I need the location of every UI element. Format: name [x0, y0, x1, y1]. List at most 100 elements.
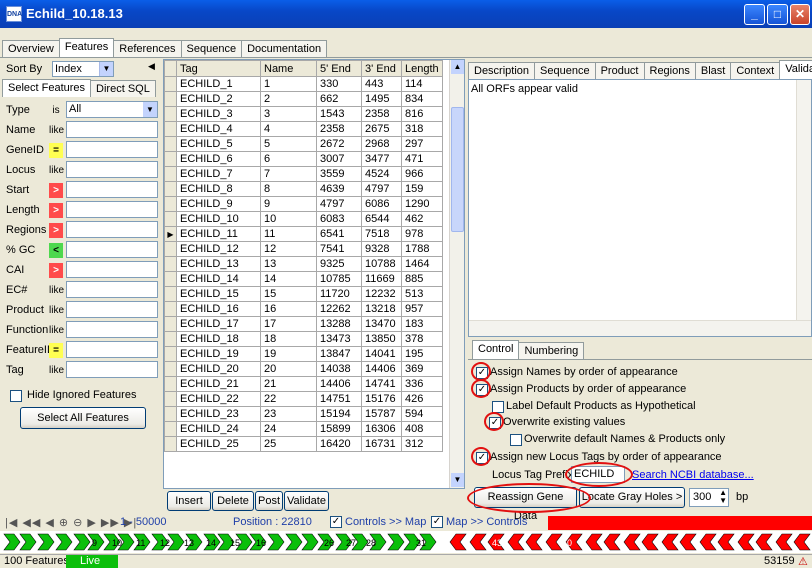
cell-3-end[interactable]: 11669	[361, 271, 402, 287]
cell-3-end[interactable]: 7518	[361, 226, 402, 242]
cell-3-end[interactable]: 4524	[361, 166, 402, 182]
maximize-button[interactable]: □	[767, 4, 788, 25]
validation-scrollbar[interactable]	[796, 80, 811, 320]
delete-button[interactable]: Delete	[212, 491, 254, 511]
row-selector[interactable]	[164, 346, 177, 362]
row-selector[interactable]	[164, 271, 177, 287]
filter-operator[interactable]: >	[49, 203, 63, 218]
cell-tag[interactable]: ECHILD_6	[176, 151, 261, 167]
table-row[interactable]: ECHILD_3 3 1543 2358 816	[164, 106, 443, 122]
cell-3-end[interactable]: 15176	[361, 391, 402, 407]
row-selector[interactable]	[164, 166, 177, 182]
cell-length[interactable]: 297	[401, 136, 443, 152]
cell-name[interactable]: 22	[260, 391, 317, 407]
tab-sequence[interactable]: Sequence	[180, 40, 243, 57]
cell-tag[interactable]: ECHILD_2	[176, 91, 261, 107]
cell-3-end[interactable]: 4797	[361, 181, 402, 197]
tab-description[interactable]: Description	[468, 62, 536, 79]
cell-5-end[interactable]: 2358	[316, 121, 362, 137]
cell-5-end[interactable]: 9325	[316, 256, 362, 272]
col-3-end[interactable]: 3' End	[361, 60, 402, 77]
cell-name[interactable]: 16	[260, 301, 317, 317]
row-selector[interactable]	[164, 256, 177, 272]
current-row-icon[interactable]: ▶	[164, 226, 177, 242]
col-tag[interactable]: Tag	[176, 60, 261, 77]
cell-length[interactable]: 462	[401, 211, 443, 227]
cell-name[interactable]: 4	[260, 121, 317, 137]
cell-tag[interactable]: ECHILD_18	[176, 331, 261, 347]
cell-length[interactable]: 885	[401, 271, 443, 287]
cell-5-end[interactable]: 14406	[316, 376, 362, 392]
filter-operator[interactable]: >	[49, 223, 63, 238]
row-selector[interactable]	[164, 241, 177, 257]
cell-tag[interactable]: ECHILD_9	[176, 196, 261, 212]
cell-length[interactable]: 513	[401, 286, 443, 302]
insert-button[interactable]: Insert	[167, 491, 211, 511]
cell-3-end[interactable]: 6086	[361, 196, 402, 212]
cell-3-end[interactable]: 6544	[361, 211, 402, 227]
filter-input[interactable]	[66, 161, 158, 178]
table-row[interactable]: ECHILD_20 20 14038 14406 369	[164, 361, 443, 377]
cell-length[interactable]: 114	[401, 76, 443, 92]
cell-3-end[interactable]: 14741	[361, 376, 402, 392]
cell-length[interactable]: 834	[401, 91, 443, 107]
tab-regions[interactable]: Regions	[643, 62, 696, 79]
cell-name[interactable]: 15	[260, 286, 317, 302]
cell-tag[interactable]: ECHILD_1	[176, 76, 261, 92]
cell-5-end[interactable]: 3007	[316, 151, 362, 167]
table-row[interactable]: ECHILD_12 12 7541 9328 1788	[164, 241, 443, 257]
cell-length[interactable]: 426	[401, 391, 443, 407]
filter-input[interactable]	[66, 241, 158, 258]
cell-length[interactable]: 816	[401, 106, 443, 122]
overwrite-default-checkbox[interactable]	[510, 434, 522, 446]
sort-by-select[interactable]: Index ▼	[52, 61, 114, 77]
table-row[interactable]: ECHILD_6 6 3007 3477 471	[164, 151, 443, 167]
cell-3-end[interactable]: 14406	[361, 361, 402, 377]
cell-3-end[interactable]: 10788	[361, 256, 402, 272]
locate-gray-holes-button[interactable]: Locate Gray Holes >	[579, 487, 685, 508]
table-row[interactable]: ECHILD_2 2 662 1495 834	[164, 91, 443, 107]
cell-tag[interactable]: ECHILD_4	[176, 121, 261, 137]
row-selector[interactable]	[164, 196, 177, 212]
filter-input[interactable]	[66, 301, 158, 318]
filter-input[interactable]	[66, 221, 158, 238]
cell-3-end[interactable]: 13218	[361, 301, 402, 317]
close-button[interactable]: ✕	[790, 4, 810, 25]
cell-5-end[interactable]: 13847	[316, 346, 362, 362]
cell-5-end[interactable]: 14751	[316, 391, 362, 407]
row-selector[interactable]	[164, 121, 177, 137]
tab-references[interactable]: References	[113, 40, 182, 57]
cell-tag[interactable]: ECHILD_7	[176, 166, 261, 182]
filter-operator[interactable]: >	[49, 183, 63, 198]
cell-5-end[interactable]: 15194	[316, 406, 362, 422]
cell-5-end[interactable]: 16420	[316, 436, 362, 452]
cell-name[interactable]: 1	[260, 76, 317, 92]
table-row[interactable]: ECHILD_4 4 2358 2675 318	[164, 121, 443, 137]
tab-features[interactable]: Features	[58, 38, 115, 57]
cell-tag[interactable]: ECHILD_8	[176, 181, 261, 197]
map-nav-icons[interactable]: |◀ ◀◀ ◀ ⊕ ⊖ ▶ ▶▶ ▶|	[5, 516, 137, 529]
cell-tag[interactable]: ECHILD_25	[176, 436, 261, 452]
table-row[interactable]: ECHILD_14 14 10785 11669 885	[164, 271, 443, 287]
cell-name[interactable]: 14	[260, 271, 317, 287]
row-selector[interactable]	[164, 211, 177, 227]
filter-input[interactable]	[66, 201, 158, 218]
cell-name[interactable]: 17	[260, 316, 317, 332]
filter-input[interactable]	[66, 281, 158, 298]
cell-tag[interactable]: ECHILD_14	[176, 271, 261, 287]
cell-name[interactable]: 9	[260, 196, 317, 212]
map-controls-checkbox[interactable]: ✓	[431, 516, 443, 528]
gene-map[interactable]: 9 10 11 12 13 14 15 16 26 27 28 31 43 50	[0, 531, 812, 553]
cell-5-end[interactable]: 12262	[316, 301, 362, 317]
tab-numbering[interactable]: Numbering	[518, 342, 585, 359]
cell-length[interactable]: 378	[401, 331, 443, 347]
scroll-down-icon[interactable]: ▼	[451, 473, 464, 487]
cell-length[interactable]: 966	[401, 166, 443, 182]
tab-product[interactable]: Product	[594, 62, 645, 79]
cell-3-end[interactable]: 13850	[361, 331, 402, 347]
validation-hscrollbar[interactable]	[469, 320, 811, 336]
filter-input[interactable]	[66, 261, 158, 278]
cell-length[interactable]: 408	[401, 421, 443, 437]
table-row[interactable]: ECHILD_5 5 2672 2968 297	[164, 136, 443, 152]
cell-3-end[interactable]: 1495	[361, 91, 402, 107]
